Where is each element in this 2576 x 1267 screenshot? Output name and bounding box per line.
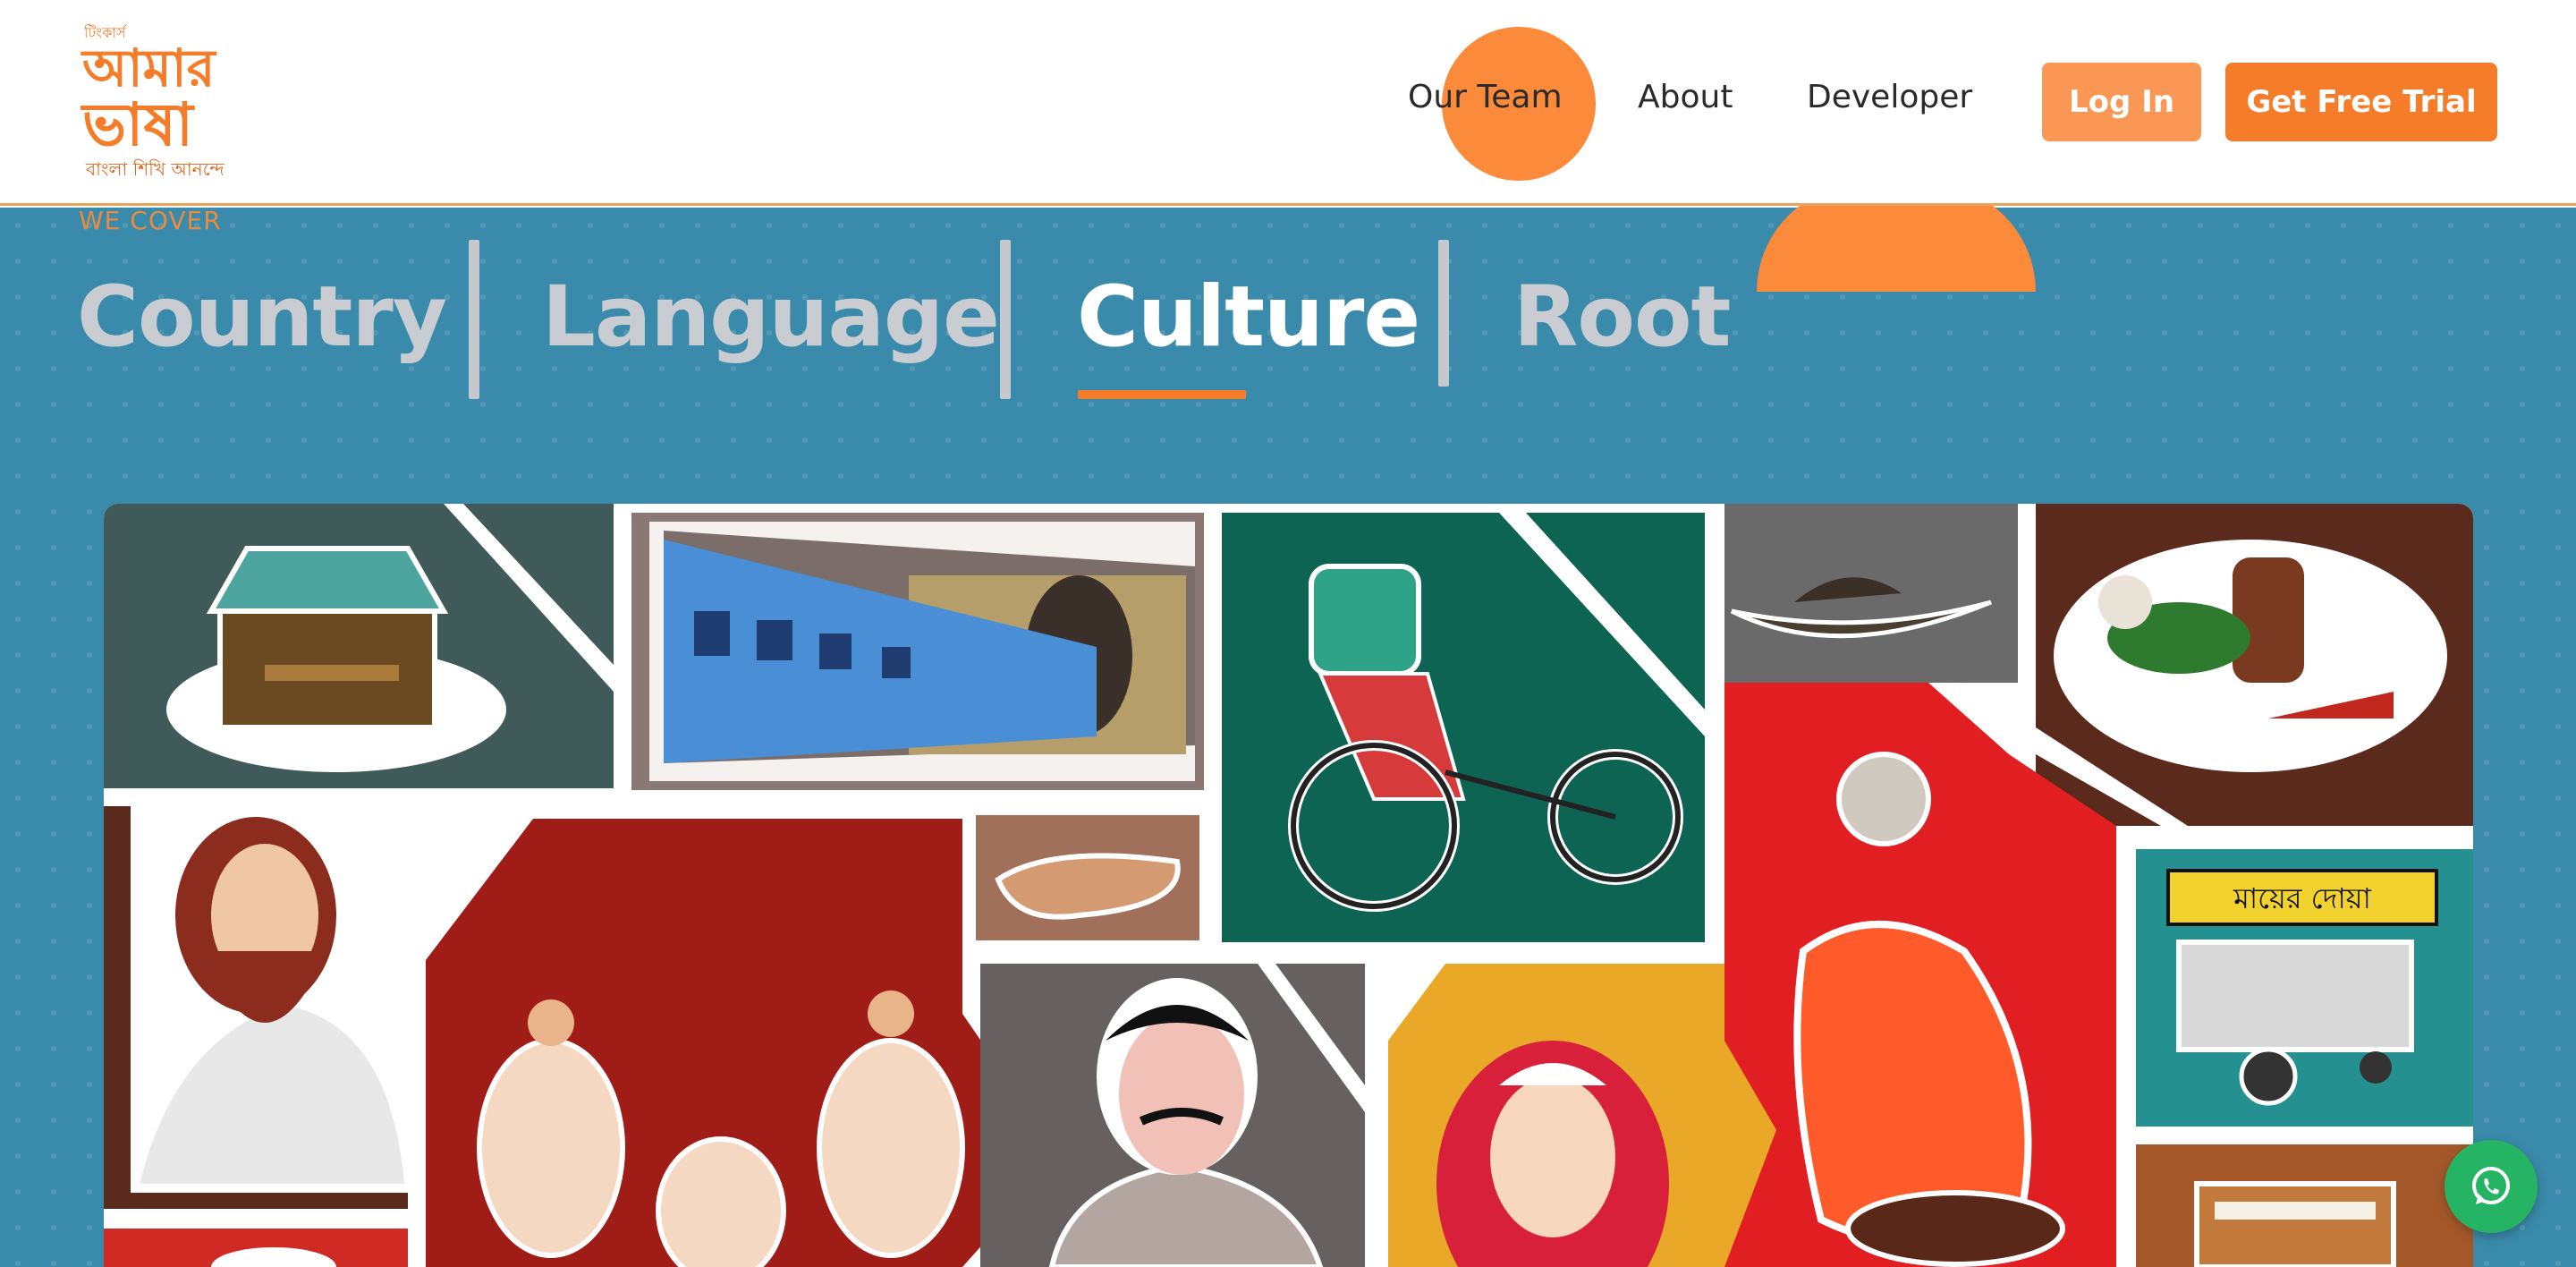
main-nav: Our Team About Developer Log In Get Free… xyxy=(0,0,2576,206)
collage-tile-rickshaw xyxy=(1222,513,1767,942)
topic-language[interactable]: Language xyxy=(542,268,1000,366)
collage-tile-train xyxy=(631,513,1204,790)
topic-divider xyxy=(1438,240,1449,387)
collage-tile-dancers xyxy=(426,819,1061,1267)
food-cart-sign: মায়ের দোয়া xyxy=(2233,881,2371,915)
collage-tile-harmonium xyxy=(2136,1144,2473,1267)
whatsapp-chat-button[interactable] xyxy=(2445,1140,2538,1233)
nav-about[interactable]: About xyxy=(1638,79,1733,115)
collage-tile-bottom-left xyxy=(104,1229,408,1267)
nav-developer[interactable]: Developer xyxy=(1807,79,1972,115)
collage-tile-man-portrait xyxy=(980,964,1365,1267)
topic-culture[interactable]: Culture xyxy=(1077,268,1420,366)
topic-country[interactable]: Country xyxy=(77,268,447,366)
collage-tile-tagore xyxy=(104,799,408,1209)
collage-tile-tea-stall xyxy=(104,504,614,788)
login-button[interactable]: Log In xyxy=(2042,63,2201,141)
collage-tile-mehndi-hand xyxy=(976,815,1199,940)
free-trial-button[interactable]: Get Free Trial xyxy=(2225,63,2497,141)
site-header: টিংকার্স আমার ভাষা বাংলা শিখি আনন্দে Our… xyxy=(0,0,2576,206)
collage-tile-spices xyxy=(2036,504,2473,826)
topic-divider xyxy=(469,240,479,399)
culture-collage: মায়ের দোয়া xyxy=(104,504,2473,1267)
active-topic-underline xyxy=(1078,390,1246,399)
topic-root[interactable]: Root xyxy=(1513,268,1731,366)
whatsapp-icon xyxy=(2472,1167,2510,1204)
we-cover-label: WE COVER xyxy=(79,206,222,235)
collage-tile-food-cart: মায়ের দোয়া xyxy=(2136,849,2473,1127)
collage-tile-boat xyxy=(1724,504,2018,683)
nav-our-team[interactable]: Our Team xyxy=(1408,79,1563,115)
topic-divider xyxy=(1000,240,1011,399)
